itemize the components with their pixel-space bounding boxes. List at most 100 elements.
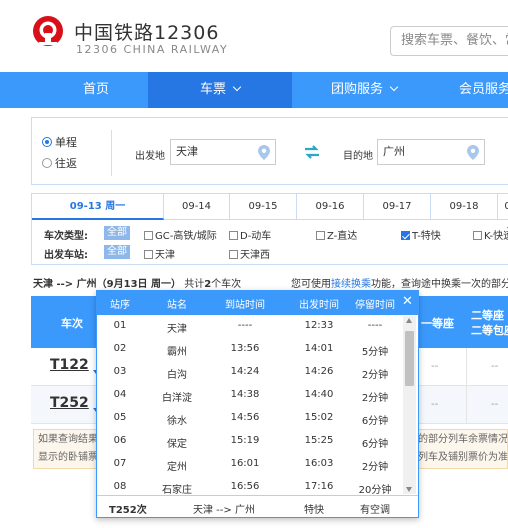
checkbox-checked-icon	[401, 231, 410, 240]
date-tab[interactable]: 09-15	[230, 194, 297, 220]
count-prefix: 共计	[184, 279, 205, 290]
second-class-cell: --	[491, 361, 499, 372]
checkbox-label: 天津	[155, 250, 175, 261]
stop-station: 白洋淀	[162, 393, 192, 404]
train-number-link[interactable]: T252	[50, 395, 89, 411]
stop-row: 08 石家庄 16:56 17:16 20分钟	[97, 476, 402, 495]
nav-item-group[interactable]: 团购服务	[292, 72, 436, 108]
station-filter-label: 出发车站:	[44, 250, 88, 261]
close-icon[interactable]: ✕	[402, 294, 413, 309]
stop-seq: 07	[113, 458, 127, 469]
checkbox-label: K-快速	[484, 231, 508, 242]
stop-seq: 04	[113, 389, 127, 400]
popup-col-station: 站名	[167, 300, 187, 311]
checkbox-label: T-特快	[412, 231, 441, 242]
date-filter-area: 09-13 周一 09-14 09-15 09-16 09-17 09-18 0…	[31, 193, 508, 265]
to-label: 目的地	[343, 151, 373, 162]
stop-stay: ----	[367, 320, 383, 331]
filter-type-t[interactable]: T-特快	[401, 227, 441, 242]
train-type-all-button[interactable]: 全部	[104, 226, 130, 240]
popup-footer: T252次 天津 --> 广州 特快 有空调	[97, 495, 418, 517]
stop-seq: 08	[113, 481, 127, 492]
date-tab[interactable]: 09-17	[364, 194, 431, 220]
filter-type-d[interactable]: D-动车	[229, 227, 271, 242]
stop-info-popup: 站序 站名 到站时间 出发时间 停留时间 ✕ 01 天津 ---- 12:33 …	[96, 290, 419, 518]
railway-logo-icon[interactable]	[30, 14, 66, 50]
stop-station: 石家庄	[162, 485, 192, 495]
stop-stay: 6分钟	[361, 439, 389, 450]
popup-route: 天津 --> 广州	[193, 505, 255, 516]
stop-depart: 17:16	[304, 481, 334, 492]
checkbox-label: Z-直达	[327, 231, 358, 242]
from-station-input[interactable]: 天津	[170, 139, 276, 165]
checkbox-icon	[144, 231, 153, 240]
to-station-input[interactable]: 广州	[377, 139, 485, 165]
filter-station-tianjinxi[interactable]: 天津西	[229, 246, 270, 261]
date-tab-active[interactable]: 09-13 周一	[32, 194, 164, 220]
radio-label: 单程	[55, 136, 77, 149]
stop-stay: 20分钟	[358, 485, 392, 495]
stop-row: 07 定州 16:01 16:03 2分钟	[97, 453, 402, 476]
filter-type-gc[interactable]: GC-高铁/城际	[144, 227, 217, 242]
radio-checked-icon	[42, 137, 52, 147]
popup-col-depart: 出发时间	[299, 300, 339, 311]
from-label: 出发地	[135, 151, 165, 162]
stop-seq: 02	[113, 343, 127, 354]
first-class-cell: --	[431, 399, 439, 410]
checkbox-icon	[144, 250, 153, 259]
stop-depart: 14:26	[304, 366, 334, 377]
stop-seq: 01	[113, 320, 127, 331]
checkbox-icon	[473, 231, 482, 240]
scrollbar-thumb[interactable]	[405, 331, 414, 386]
date-tab[interactable]: 09-16	[297, 194, 364, 220]
nav-item-tickets[interactable]: 车票	[148, 72, 292, 108]
trip-one-way-radio[interactable]: 单程	[42, 134, 77, 150]
date-tab[interactable]: 09-18	[431, 194, 498, 220]
stop-arrive: 13:56	[230, 343, 260, 354]
stop-seq: 06	[113, 435, 127, 446]
checkbox-icon	[229, 250, 238, 259]
transfer-link[interactable]: 接续换乘	[331, 279, 371, 290]
date-tab[interactable]: 09-14	[164, 194, 230, 220]
filter-station-tianjin[interactable]: 天津	[144, 246, 175, 261]
col-second-class-b: 二等包座	[471, 324, 508, 337]
transfer-hint: 您可使用接续换乘功能，查询途中换乘一次的部分列车余票情况。	[291, 275, 508, 290]
stop-row: 05 徐水 14:56 15:02 6分钟	[97, 407, 402, 430]
stop-station: 定州	[167, 462, 187, 473]
filter-type-z[interactable]: Z-直达	[316, 227, 357, 242]
hint-prefix: 您可使用	[291, 279, 331, 290]
second-class-cell: --	[491, 399, 499, 410]
site-header: 中国铁路12306 12306 CHINA RAILWAY 搜索车票、餐饮、常旅…	[0, 0, 508, 72]
swap-stations-icon[interactable]	[304, 145, 320, 159]
stop-arrive: 16:56	[230, 481, 260, 492]
stop-stay: 2分钟	[361, 393, 389, 404]
chevron-down-icon	[389, 82, 399, 92]
scroll-down-arrow-icon[interactable]	[406, 487, 412, 492]
stop-stay: 2分钟	[361, 462, 389, 473]
main-nav: 首页 车票 团购服务 会员服务	[0, 72, 508, 108]
station-all-button[interactable]: 全部	[104, 245, 130, 259]
brand-name-en: 12306 CHINA RAILWAY	[76, 43, 229, 56]
train-number-link[interactable]: T122	[50, 357, 89, 373]
query-panel: 单程 往返 出发地 天津 目的地 广州	[31, 117, 508, 185]
nav-item-member[interactable]: 会员服务	[436, 72, 508, 108]
checkbox-icon	[229, 231, 238, 240]
from-station-value: 天津	[176, 145, 198, 158]
trip-round-radio[interactable]: 往返	[42, 155, 77, 171]
nav-item-label: 车票	[199, 82, 226, 97]
result-summary: 天津 --> 广州（9月13日 周一） 共计2个车次	[33, 275, 241, 290]
radio-unchecked-icon	[42, 158, 52, 168]
col-first-class: 一等座	[421, 317, 454, 330]
hint-suffix: 功能，查询途中换乘一次的部分列车余票情况。	[371, 279, 508, 290]
scroll-up-arrow-icon[interactable]	[406, 318, 412, 323]
stop-stay: 6分钟	[361, 416, 389, 427]
stop-row: 02 霸州 13:56 14:01 5分钟	[97, 338, 402, 361]
popup-air-conditioning: 有空调	[360, 505, 390, 516]
filter-type-k[interactable]: K-快速	[473, 227, 508, 242]
nav-item-label: 团购服务	[330, 82, 383, 97]
stop-stay: 2分钟	[361, 370, 389, 381]
search-input[interactable]: 搜索车票、餐饮、常旅客、相关规章	[390, 26, 508, 56]
divider	[111, 130, 112, 176]
date-tab[interactable]: 09-19	[498, 194, 508, 237]
stop-seq: 05	[113, 412, 127, 423]
